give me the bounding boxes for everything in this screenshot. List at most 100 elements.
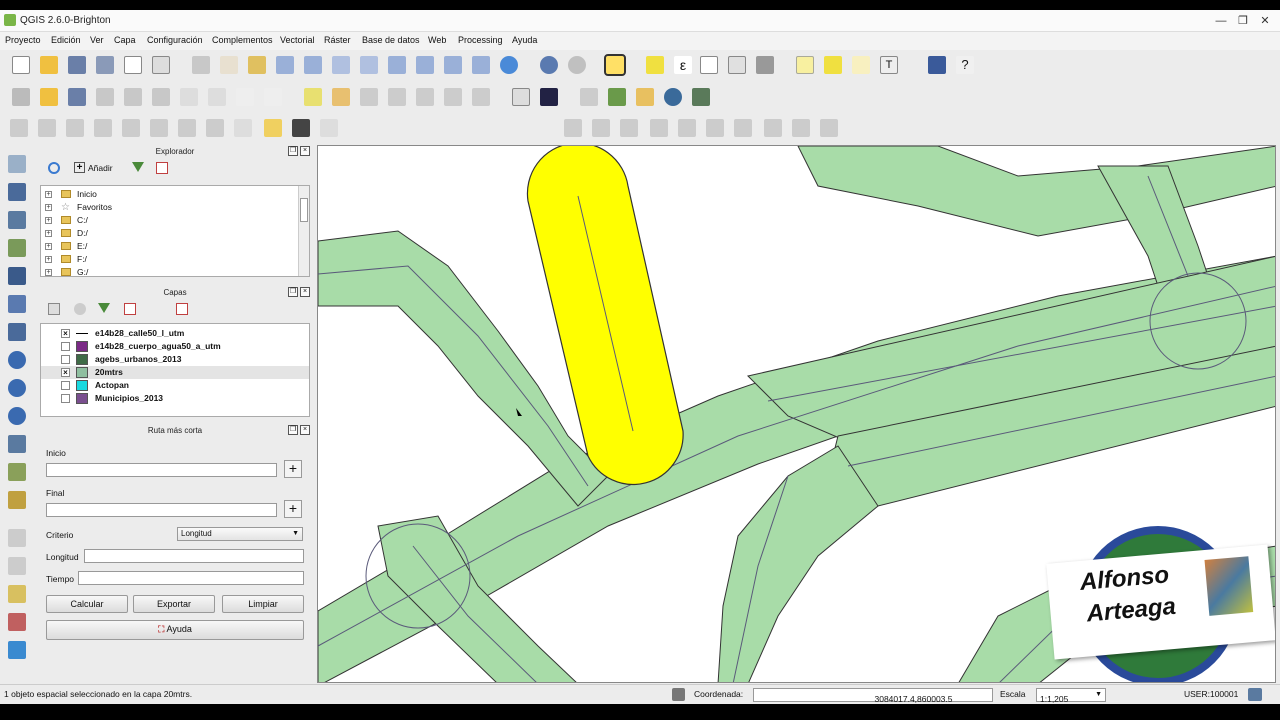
toggle-editing-icon[interactable] (40, 88, 58, 106)
manage-visibility-icon[interactable] (74, 303, 86, 315)
menu-complementos[interactable]: Complementos (212, 35, 273, 45)
zoom-native-icon[interactable] (332, 56, 350, 74)
start-point-input[interactable] (46, 463, 277, 477)
measure-line-icon[interactable] (756, 56, 774, 74)
browser-item-e[interactable]: + E:/ (41, 240, 309, 253)
expand-icon[interactable]: + (45, 217, 52, 224)
filter-legend-icon[interactable] (98, 303, 110, 313)
offset-curve-icon[interactable] (10, 119, 28, 137)
zoom-to-selection-icon[interactable] (388, 56, 406, 74)
crs-label[interactable]: USER:100001 (1184, 689, 1238, 699)
topology-icon[interactable] (8, 613, 26, 631)
close-button[interactable]: ✕ (1254, 14, 1276, 28)
new-print-composer-icon[interactable] (124, 56, 142, 74)
plugin-layer-icon[interactable] (540, 88, 558, 106)
zoom-in-icon[interactable] (276, 56, 294, 74)
csw-icon[interactable] (512, 88, 530, 106)
scale-select[interactable]: 1:1,205 ▼ (1036, 688, 1106, 704)
zoom-to-layer-icon[interactable] (416, 56, 434, 74)
menu-vectorial[interactable]: Vectorial (280, 35, 315, 45)
open-layers-icon[interactable] (692, 88, 710, 106)
add-oracle-layer-icon[interactable] (8, 295, 26, 313)
route-float-button[interactable]: ❐ (288, 425, 298, 435)
minimize-button[interactable]: — (1210, 14, 1232, 28)
help-button[interactable]: ⛶ Ayuda (46, 620, 304, 640)
save-edits-icon[interactable] (68, 88, 86, 106)
scrollbar-thumb[interactable] (300, 198, 308, 222)
add-ring-icon[interactable] (150, 119, 168, 137)
route-close-button[interactable]: × (300, 425, 310, 435)
layers-float-button[interactable]: ❐ (288, 287, 298, 297)
identify-icon[interactable] (540, 56, 558, 74)
route-tool-7-icon[interactable] (734, 119, 752, 137)
layers-close-button[interactable]: × (300, 287, 310, 297)
browser-item-d[interactable]: + D:/ (41, 227, 309, 240)
log-messages-icon[interactable] (1248, 688, 1262, 701)
add-delimited-text-icon[interactable] (8, 435, 26, 453)
refresh-icon[interactable] (500, 56, 518, 74)
delete-selected-icon[interactable] (180, 88, 198, 106)
touch-zoom-icon[interactable] (192, 56, 210, 74)
route-tool-10-icon[interactable] (820, 119, 838, 137)
coordinate-field[interactable]: 3084017.4,860003.5 (753, 688, 993, 704)
layer-visibility-checkbox[interactable] (61, 381, 70, 390)
paste-features-icon[interactable] (264, 88, 282, 106)
pin-labels-icon[interactable] (332, 88, 350, 106)
refresh-icon[interactable] (48, 162, 60, 174)
layer-row[interactable]: e14b28_cuerpo_agua50_a_utm (41, 340, 309, 353)
delete-ring-icon[interactable] (206, 119, 224, 137)
save-as-icon[interactable] (96, 56, 114, 74)
add-button-label[interactable]: Añadir (88, 163, 113, 173)
add-wfs-layer-icon[interactable] (8, 407, 26, 425)
browser-item-f[interactable]: + F:/ (41, 253, 309, 266)
change-label-icon[interactable] (444, 88, 462, 106)
pan-to-selection-icon[interactable] (248, 56, 266, 74)
split-parts-icon[interactable] (94, 119, 112, 137)
whats-this-icon[interactable]: ? (956, 56, 974, 74)
layer-row[interactable]: agebs_urbanos_2013 (41, 353, 309, 366)
add-spatialite-layer-icon[interactable] (8, 239, 26, 257)
end-point-input[interactable] (46, 503, 277, 517)
add-group-icon[interactable] (48, 303, 60, 315)
add-icon[interactable]: + (74, 162, 85, 173)
add-postgis-layer-icon[interactable] (8, 211, 26, 229)
menu-edicion[interactable]: Edición (51, 35, 81, 45)
new-project-icon[interactable] (12, 56, 30, 74)
route-tool-8-icon[interactable] (764, 119, 782, 137)
label-options-icon[interactable] (472, 88, 490, 106)
layer-visibility-checkbox[interactable]: × (61, 329, 70, 338)
map-tips-icon[interactable] (796, 56, 814, 74)
new-spatialite-icon[interactable] (8, 491, 26, 509)
menu-processing[interactable]: Processing (458, 35, 503, 45)
current-edits-icon[interactable] (12, 88, 30, 106)
fill-ring-icon[interactable] (178, 119, 196, 137)
layer-row[interactable]: × e14b28_calle50_l_utm (41, 327, 309, 340)
menu-web[interactable]: Web (428, 35, 446, 45)
menu-proyecto[interactable]: Proyecto (5, 35, 41, 45)
node-tool-icon[interactable] (152, 88, 170, 106)
zoom-out-icon[interactable] (304, 56, 322, 74)
help-contents-icon[interactable] (928, 56, 946, 74)
filter-icon[interactable] (132, 162, 144, 172)
add-vector-layer-icon[interactable] (8, 155, 26, 173)
map-canvas[interactable]: Alfonso Arteaga (317, 145, 1276, 683)
open-project-icon[interactable] (40, 56, 58, 74)
add-wms-layer-icon[interactable] (8, 351, 26, 369)
expression-select-icon[interactable]: ε (674, 56, 692, 74)
pan-hand-icon[interactable] (220, 56, 238, 74)
expand-all-icon[interactable] (124, 303, 136, 315)
menu-raster[interactable]: Ráster (324, 35, 351, 45)
expand-icon[interactable]: + (45, 269, 52, 276)
road-graph-icon[interactable] (8, 641, 26, 659)
browser-float-button[interactable]: ❐ (288, 146, 298, 156)
geoprocessing-icon[interactable] (580, 88, 598, 106)
raster-calc-icon[interactable] (292, 119, 310, 137)
route-tool-9-icon[interactable] (792, 119, 810, 137)
zoom-next-icon[interactable] (472, 56, 490, 74)
move-label-icon[interactable] (388, 88, 406, 106)
browser-item-favoritos[interactable]: + ☆ Favoritos (41, 201, 309, 214)
browser-item-c[interactable]: + C:/ (41, 214, 309, 227)
browser-item-inicio[interactable]: + Inicio (41, 188, 309, 201)
calculate-button[interactable]: Calcular (46, 595, 128, 613)
statistics-icon[interactable] (320, 119, 338, 137)
